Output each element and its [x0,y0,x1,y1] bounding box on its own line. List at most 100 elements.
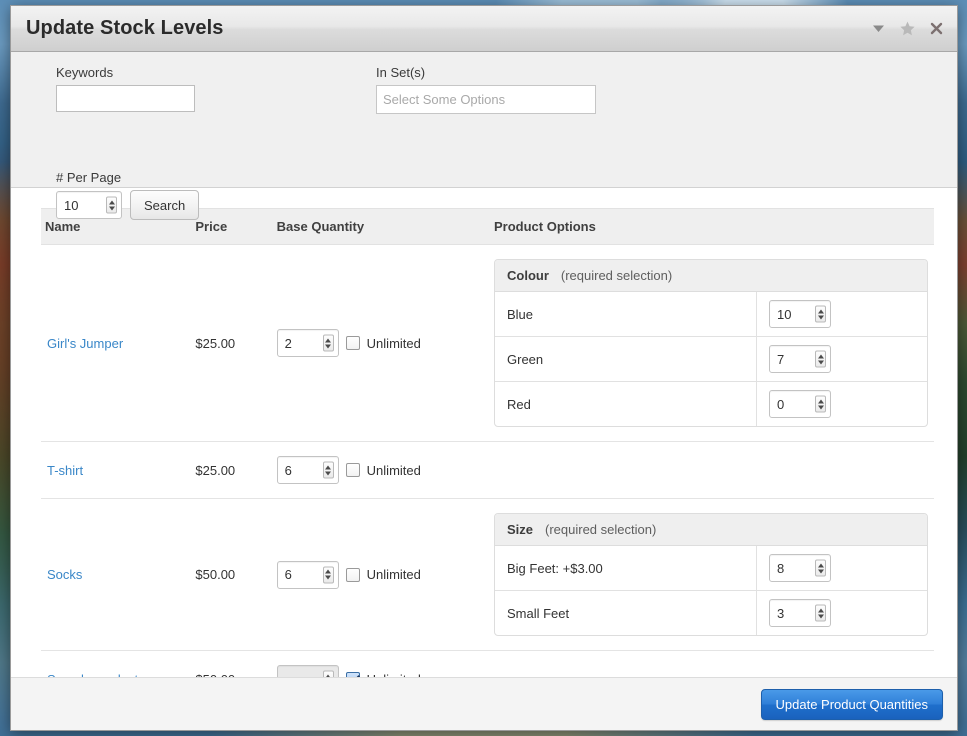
table-row: Socks $50.00 Unlimited Size (required select… [41,498,934,651]
base-quantity-stepper-arrows [322,670,334,677]
stepper-down-icon[interactable] [817,614,824,618]
stepper-down-icon[interactable] [817,315,824,319]
chevron-down-icon[interactable] [870,20,887,37]
option-quantity-cell [757,292,927,336]
product-link[interactable]: T-shirt [47,463,83,478]
per-page-field-group: # Per Page Search [56,170,200,220]
products-table: Name Price Base Quantity Product Options… [41,208,934,677]
option-quantity-stepper[interactable] [769,390,831,418]
option-row: Red [495,382,927,426]
option-quantity-stepper[interactable] [769,300,831,328]
cell-base-quantity: Unlimited [270,498,488,651]
option-label: Big Feet: +$3.00 [495,546,757,590]
dialog-titlebar: Update Stock Levels [11,6,957,52]
option-quantity-stepper[interactable] [769,345,831,373]
stepper-down-icon[interactable] [325,575,332,580]
option-quantity-stepper-arrows[interactable] [815,604,826,622]
unlimited-checkbox[interactable] [345,672,360,677]
cell-base-quantity: Unlimited [271,651,488,677]
option-quantity-cell [757,546,927,590]
per-page-label: # Per Page [56,170,122,185]
product-link[interactable]: Socks [47,567,82,582]
stepper-up-icon[interactable] [817,309,824,313]
option-quantity-stepper[interactable] [769,554,831,582]
cell-product-options: Size (required selection) Big Feet: +$3.00… [488,498,934,651]
base-quantity-stepper-arrows[interactable] [322,461,334,479]
cell-price: $25.00 [189,441,271,499]
stepper-down-icon[interactable] [817,405,824,409]
option-label: Green [495,337,757,381]
base-quantity-stepper-arrows[interactable] [322,334,334,352]
stepper-up-icon[interactable] [325,569,332,574]
keywords-input[interactable] [56,85,195,112]
option-quantity-cell [757,337,927,381]
unlimited-label[interactable]: Unlimited [367,336,421,351]
option-quantity-stepper[interactable] [769,599,831,627]
product-price: $25.00 [195,462,236,478]
option-group-name: Size [507,522,534,537]
stepper-down-icon[interactable] [325,471,332,475]
stepper-up-icon[interactable] [817,608,824,612]
products-table-body: Girl's Jumper $25.00 Unlimited Colour (requi… [41,244,934,678]
base-quantity-stepper-arrows[interactable] [322,566,334,583]
per-page-stepper-arrows[interactable] [106,196,117,214]
stepper-up-icon[interactable] [108,200,115,204]
per-page-stepper[interactable] [56,191,122,219]
stepper-down-icon[interactable] [325,344,332,348]
option-row: Small Feet [495,591,927,635]
product-price: $25.00 [195,335,236,351]
option-quantity-stepper-arrows[interactable] [815,350,826,368]
cell-product-options: Colour (required selection) BlueGreenRed [488,244,934,442]
cell-price: $25.00 [189,244,271,442]
product-link[interactable]: Girl's Jumper [47,336,123,351]
stepper-up-icon[interactable] [325,338,332,342]
unlimited-label[interactable]: Unlimited [367,567,421,582]
update-stock-levels-dialog: Update Stock Levels Keywords # Per Page [10,5,958,731]
in-sets-field-group: In Set(s) [376,65,596,114]
base-quantity-stepper[interactable] [276,560,339,589]
stepper-up-icon[interactable] [817,563,824,567]
cell-name: Socks [41,498,190,651]
base-quantity-stepper[interactable] [276,456,339,484]
unlimited-checkbox[interactable] [345,336,360,350]
column-header-product-options: Product Options [488,208,934,245]
close-icon[interactable] [928,20,945,37]
option-quantity-stepper-arrows[interactable] [815,305,826,323]
stepper-down-icon[interactable] [108,206,115,210]
stepper-up-icon[interactable] [325,465,332,469]
products-table-area: Name Price Base Quantity Product Options… [11,188,957,677]
cell-name: T-shirt [41,441,190,499]
stepper-up-icon[interactable] [817,354,824,358]
cell-name: Sample product [41,651,189,678]
unlimited-label[interactable]: Unlimited [367,463,421,478]
product-options-panel: Size (required selection) Big Feet: +$3.00… [494,513,928,636]
option-label: Red [495,382,757,426]
update-product-quantities-button[interactable]: Update Product Quantities [760,688,943,720]
option-quantity-stepper-arrows[interactable] [815,559,826,577]
search-button[interactable]: Search [130,190,200,220]
titlebar-actions [870,20,945,37]
option-label: Blue [495,292,757,336]
dialog-footer: Update Product Quantities [11,677,957,730]
option-quantity-stepper-arrows[interactable] [815,395,826,413]
option-label: Small Feet [495,591,757,635]
product-price: $50.00 [195,567,236,582]
cell-name: Girl's Jumper [41,244,190,442]
stepper-down-icon[interactable] [817,569,824,573]
stepper-up-icon[interactable] [817,399,824,403]
column-header-base-quantity: Base Quantity [270,208,488,245]
star-icon[interactable] [899,20,916,37]
base-quantity-stepper[interactable] [276,329,339,357]
unlimited-checkbox[interactable] [345,567,360,582]
keywords-label: Keywords [56,65,114,80]
product-options-panel: Colour (required selection) BlueGreenRed [494,259,928,427]
option-group-required-note: (required selection) [560,268,673,283]
stepper-down-icon[interactable] [817,360,824,364]
option-group-required-note: (required selection) [545,522,657,537]
table-row: Sample product$50.00Unlimited [41,651,934,678]
in-sets-input[interactable] [376,85,596,114]
option-quantity-cell [757,382,927,426]
stepper-up-icon [325,674,332,677]
unlimited-checkbox[interactable] [345,463,360,477]
table-row: T-shirt $25.00 Unlimited [41,441,934,499]
